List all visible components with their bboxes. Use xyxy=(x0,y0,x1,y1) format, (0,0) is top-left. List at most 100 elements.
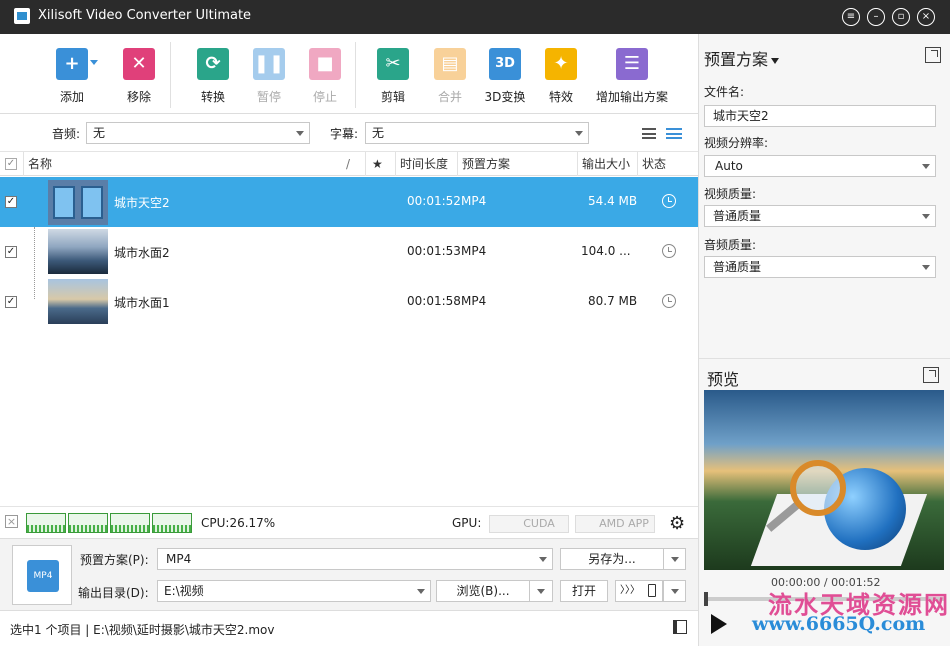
audio-label: 音频: xyxy=(52,127,81,141)
row-duration: 00:01:58 xyxy=(407,294,461,308)
transfer-button[interactable]: 〉〉〉 xyxy=(615,580,663,602)
amd-app-button[interactable]: AMD APP xyxy=(575,515,655,533)
video-quality-select[interactable]: 普通质量 xyxy=(704,205,936,227)
maximize-icon[interactable]: ▫ xyxy=(892,8,910,26)
minimize-icon[interactable]: – xyxy=(867,8,885,26)
film-icon xyxy=(81,186,103,219)
effects-button[interactable]: ✦ 特效 xyxy=(529,48,593,105)
list-view-icon[interactable] xyxy=(642,128,656,139)
chevron-down-icon xyxy=(922,164,930,169)
profile-panel-title-label: 预置方案 xyxy=(704,50,769,69)
add-dropdown-icon[interactable] xyxy=(90,60,98,65)
panel-divider xyxy=(699,358,950,359)
add-profile-button[interactable]: ☰ 增加输出方案 xyxy=(593,48,671,105)
output-dir-select[interactable]: E:\视频 xyxy=(157,580,431,602)
convert-button[interactable]: ⟳ 转换 xyxy=(181,48,245,105)
menu-icon[interactable]: ≡ xyxy=(842,8,860,26)
audio-select[interactable]: 无 xyxy=(86,122,310,144)
gear-icon[interactable]: ⚙ xyxy=(669,513,685,534)
window-title: Xilisoft Video Converter Ultimate xyxy=(38,8,252,23)
expand-icon[interactable] xyxy=(923,367,939,383)
cpu-usage: CPU:26.17% xyxy=(201,516,276,530)
scissors-icon: ✂ xyxy=(377,48,409,80)
log-icon[interactable] xyxy=(673,620,687,634)
preview-video[interactable] xyxy=(704,390,944,570)
video-quality-label: 视频质量: xyxy=(704,187,757,201)
open-button[interactable]: 打开 xyxy=(560,580,608,602)
column-status[interactable]: 状态 xyxy=(637,152,698,176)
chevron-down-icon xyxy=(537,589,545,594)
document-icon: ☰ xyxy=(616,48,648,80)
row-size: 54.4 MB xyxy=(588,194,638,208)
table-row[interactable]: ✓ 城市天空2 00:01:52 MP4 54.4 MB xyxy=(0,177,698,227)
column-profile[interactable]: 预置方案 xyxy=(457,152,577,176)
remove-label: 移除 xyxy=(126,90,151,104)
video-quality-value: 普通质量 xyxy=(713,209,762,223)
column-star[interactable]: ★ xyxy=(365,152,395,176)
convert-label: 转换 xyxy=(200,90,225,104)
row-profile: MP4 xyxy=(461,294,487,308)
play-icon[interactable] xyxy=(711,614,727,634)
column-name[interactable]: 名称 xyxy=(23,152,365,176)
row-checkbox[interactable]: ✓ xyxy=(5,296,17,308)
save-as-dropdown[interactable] xyxy=(663,548,686,570)
filename-input[interactable]: 城市天空2 xyxy=(704,105,936,127)
resolution-select[interactable]: Auto xyxy=(704,155,936,177)
output-panel: MP4 预置方案(P): MP4 另存为... 输出目录(D): E:\视频 浏… xyxy=(0,538,698,610)
add-button[interactable]: + 添加 xyxy=(40,48,104,105)
cpu-graph xyxy=(110,513,150,533)
clip-button[interactable]: ✂ 剪辑 xyxy=(361,48,425,105)
resolution-value: Auto xyxy=(715,159,743,173)
status-text: 选中1 个项目 | E:\视频\延时摄影\城市天空2.mov xyxy=(10,623,275,637)
cuda-button[interactable]: CUDA xyxy=(489,515,569,533)
add-icon: + xyxy=(56,48,88,80)
cuda-label: CUDA xyxy=(523,517,555,530)
clock-icon xyxy=(662,194,676,208)
audio-quality-select[interactable]: 普通质量 xyxy=(704,256,936,278)
save-as-button[interactable]: 另存为... xyxy=(560,548,664,570)
profile-select[interactable]: MP4 xyxy=(157,548,553,570)
transfer-dropdown[interactable] xyxy=(663,580,686,602)
detail-view-icon[interactable] xyxy=(666,128,682,139)
profile-icon: MP4 xyxy=(12,545,72,605)
3d-button[interactable]: 3D 3D变换 xyxy=(473,48,537,105)
right-panel: 预置方案 文件名: 城市天空2 视频分辨率: Auto 视频质量: 普通质量 音… xyxy=(698,34,950,646)
3d-label: 3D变换 xyxy=(484,90,526,104)
remove-button[interactable]: ✕ 移除 xyxy=(107,48,171,105)
remove-icon: ✕ xyxy=(123,48,155,80)
table-row[interactable]: ✓ 城市水面2 00:01:53 MP4 104.0 ... xyxy=(0,227,698,277)
select-all-checkbox[interactable]: ✓ xyxy=(5,158,17,170)
3d-icon: 3D xyxy=(489,48,521,80)
seek-handle[interactable] xyxy=(704,592,708,606)
resolution-label: 视频分辨率: xyxy=(704,136,769,150)
title-bar: Xilisoft Video Converter Ultimate ≡ – ▫ … xyxy=(0,0,950,34)
effects-label: 特效 xyxy=(548,90,573,104)
chevron-down-icon xyxy=(771,57,780,64)
close-icon[interactable]: × xyxy=(917,8,935,26)
audio-quality-label: 音频质量: xyxy=(704,238,757,252)
subtitle-select[interactable]: 无 xyxy=(365,122,589,144)
toolbar-divider xyxy=(170,42,171,108)
profile-panel-title[interactable]: 预置方案 xyxy=(704,46,780,70)
output-dir-value: E:\视频 xyxy=(164,584,204,598)
row-duration: 00:01:53 xyxy=(407,244,461,258)
row-checkbox[interactable]: ✓ xyxy=(5,246,17,258)
gpu-label: GPU: xyxy=(452,516,482,530)
status-bar: 选中1 个项目 | E:\视频\延时摄影\城市天空2.mov xyxy=(0,610,698,646)
browse-dropdown[interactable] xyxy=(529,580,553,602)
cpu-graph xyxy=(68,513,108,533)
row-size: 104.0 ... xyxy=(581,244,631,258)
column-duration[interactable]: 时间长度 xyxy=(395,152,457,176)
sort-icon[interactable]: / xyxy=(346,157,350,171)
subtitle-value: 无 xyxy=(372,126,385,140)
browse-button[interactable]: 浏览(B)... xyxy=(436,580,530,602)
subtitle-label: 字幕: xyxy=(330,127,359,141)
pause-label: 暂停 xyxy=(256,90,281,104)
stop-button[interactable]: ■ 停止 xyxy=(293,48,357,105)
expand-icon[interactable] xyxy=(925,47,941,63)
close-icon[interactable]: × xyxy=(5,515,18,528)
pause-button[interactable]: ❚❚ 暂停 xyxy=(237,48,301,105)
table-row[interactable]: ✓ 城市水面1 00:01:58 MP4 80.7 MB xyxy=(0,277,698,327)
row-checkbox[interactable]: ✓ xyxy=(5,196,17,208)
column-size[interactable]: 输出大小 xyxy=(577,152,637,176)
